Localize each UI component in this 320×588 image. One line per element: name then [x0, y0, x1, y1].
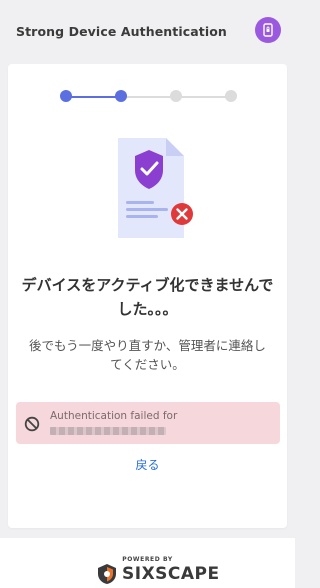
sixscape-logo: SIXSCAPE [96, 562, 220, 586]
stepper-line-done [66, 96, 120, 98]
redacted-device-id [50, 427, 166, 435]
sixscape-shield-icon [98, 564, 116, 584]
footer: POWERED BY SIXSCAPE [0, 538, 295, 588]
error-subtitle: 後でもう一度やり直すか、管理者に連絡してください。 [29, 338, 266, 372]
prohibited-icon [24, 416, 40, 432]
document-shield-error-icon [112, 134, 202, 244]
progress-stepper [8, 64, 287, 124]
page-title: Strong Device Authentication [16, 24, 227, 39]
step-1 [60, 90, 72, 102]
step-3 [170, 90, 182, 102]
error-alert: Authentication failed for [16, 402, 280, 444]
error-title: デバイスをアクティブ化できませんでした。。。 [21, 276, 274, 318]
error-message: Authentication failed for [50, 410, 178, 422]
brand-name: SIXSCAPE [122, 564, 220, 584]
step-2 [115, 90, 127, 102]
back-link[interactable]: 戻る [8, 456, 287, 473]
header: Strong Device Authentication [0, 0, 295, 62]
device-lock-icon[interactable] [255, 17, 281, 43]
main-card: デバイスをアクティブ化できませんでした。。。 後でもう一度やり直すか、管理者に連… [8, 64, 287, 528]
step-4 [225, 90, 237, 102]
